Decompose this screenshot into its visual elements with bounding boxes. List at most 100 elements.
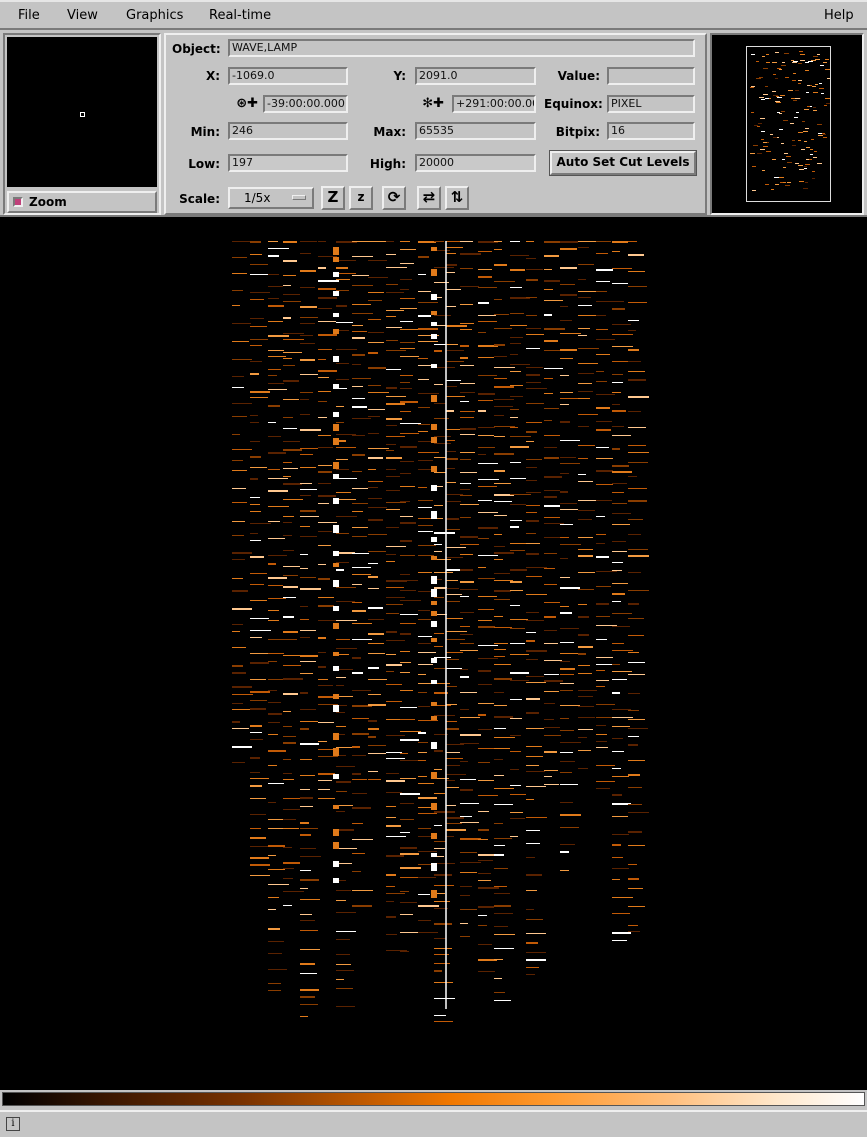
spectral-line (612, 524, 630, 525)
spectral-line (368, 679, 387, 680)
spectral-line (352, 746, 360, 748)
bright-feature (333, 623, 339, 629)
spectral-line (386, 631, 397, 633)
menu-view[interactable]: View (67, 8, 98, 23)
spectral-line (560, 267, 577, 269)
spectral-line (232, 502, 247, 503)
spectral-line (560, 537, 569, 538)
spectral-line (578, 537, 593, 538)
spectral-line (336, 912, 356, 913)
spectral-line (460, 717, 480, 718)
spectral-line (400, 902, 417, 903)
spectral-line (232, 470, 247, 471)
high-input[interactable]: 20000 (415, 154, 536, 172)
bright-feature (431, 611, 437, 616)
spectral-line (250, 772, 260, 773)
spectral-line (560, 844, 575, 845)
bright-feature (431, 742, 437, 749)
spectral-line (400, 867, 421, 869)
spectral-line (526, 676, 544, 677)
spectral-line (526, 712, 539, 714)
zoom-checkbox[interactable] (13, 197, 23, 207)
spectral-line (460, 692, 477, 693)
spectral-line (478, 829, 489, 831)
bright-feature (431, 334, 437, 339)
spectral-line (250, 691, 270, 693)
spectral-line (250, 456, 261, 458)
spectral-line (446, 639, 465, 640)
bright-feature (333, 652, 339, 656)
spectral-line (336, 811, 345, 812)
zoom-in-icon[interactable]: Z (321, 186, 345, 210)
spectral-line (560, 653, 578, 654)
spectral-line (368, 745, 386, 746)
zoom-out-icon[interactable]: z (349, 186, 373, 210)
scale-select[interactable]: 1/5x (228, 187, 314, 209)
image-display[interactable] (0, 217, 867, 1090)
spectral-line (386, 418, 402, 420)
spectral-line (400, 298, 415, 299)
menu-graphics[interactable]: Graphics (126, 8, 183, 23)
spectral-line (560, 375, 569, 376)
low-input[interactable]: 197 (228, 154, 348, 172)
spectral-line (250, 326, 267, 327)
spectral-line (386, 425, 397, 426)
menu-help[interactable]: Help (824, 8, 854, 23)
spectral-line (283, 449, 302, 451)
low-label: Low: (188, 157, 220, 171)
spectral-line (494, 546, 505, 547)
flip-y-icon[interactable]: ⇅ (445, 186, 469, 210)
spectral-line (318, 564, 326, 565)
spectral-line (318, 652, 326, 653)
panner-view-frame[interactable] (746, 46, 831, 202)
spectral-line (283, 522, 292, 523)
spectral-line (352, 602, 362, 603)
spectral-line (628, 519, 643, 520)
flip-x-icon[interactable]: ⇄ (417, 186, 441, 210)
spectral-line (628, 864, 637, 865)
spectral-line (232, 624, 243, 625)
spectral-line (283, 862, 300, 864)
spectral-line (510, 718, 522, 719)
panner-window[interactable] (710, 33, 864, 215)
spectral-line (318, 280, 339, 282)
spectral-line (250, 556, 264, 558)
menu-realtime[interactable]: Real-time (209, 8, 271, 23)
spectral-line (352, 503, 368, 504)
spectral-line (400, 891, 409, 892)
spectral-line (612, 857, 623, 858)
spectral-line (596, 329, 608, 330)
spectral-line (386, 387, 397, 389)
bright-feature (333, 551, 339, 556)
spectral-line (510, 364, 530, 365)
spectral-line (300, 568, 308, 569)
spectral-line (612, 283, 628, 284)
spectral-line (494, 453, 514, 455)
spectral-line (478, 748, 494, 749)
spectral-line (400, 279, 412, 280)
spectral-line (510, 605, 520, 606)
spectral-line (446, 817, 464, 819)
menu-file[interactable]: File (18, 8, 40, 23)
object-label: Object: (172, 42, 221, 56)
spectral-line (268, 274, 279, 275)
spectral-line (418, 407, 430, 408)
spectral-line (544, 420, 552, 421)
auto-set-cut-levels-button[interactable]: Auto Set Cut Levels (549, 150, 697, 176)
spectral-line (318, 267, 326, 269)
spectral-line (283, 358, 292, 359)
spectral-line (544, 300, 563, 301)
zoom-toggle-button[interactable]: Zoom (7, 191, 157, 213)
spectral-line (446, 529, 460, 530)
spectral-line (478, 479, 499, 480)
spectral-line (612, 650, 633, 651)
x-field: -1069.0 (228, 67, 348, 85)
spectral-line (460, 536, 478, 538)
spectral-line (478, 463, 498, 464)
spectral-line (352, 584, 362, 585)
spectral-line (400, 707, 417, 708)
spectral-line (283, 301, 301, 302)
spectral-line (418, 864, 432, 865)
rotate-icon[interactable]: ⟳ (382, 186, 406, 210)
colorbar[interactable] (2, 1092, 865, 1106)
